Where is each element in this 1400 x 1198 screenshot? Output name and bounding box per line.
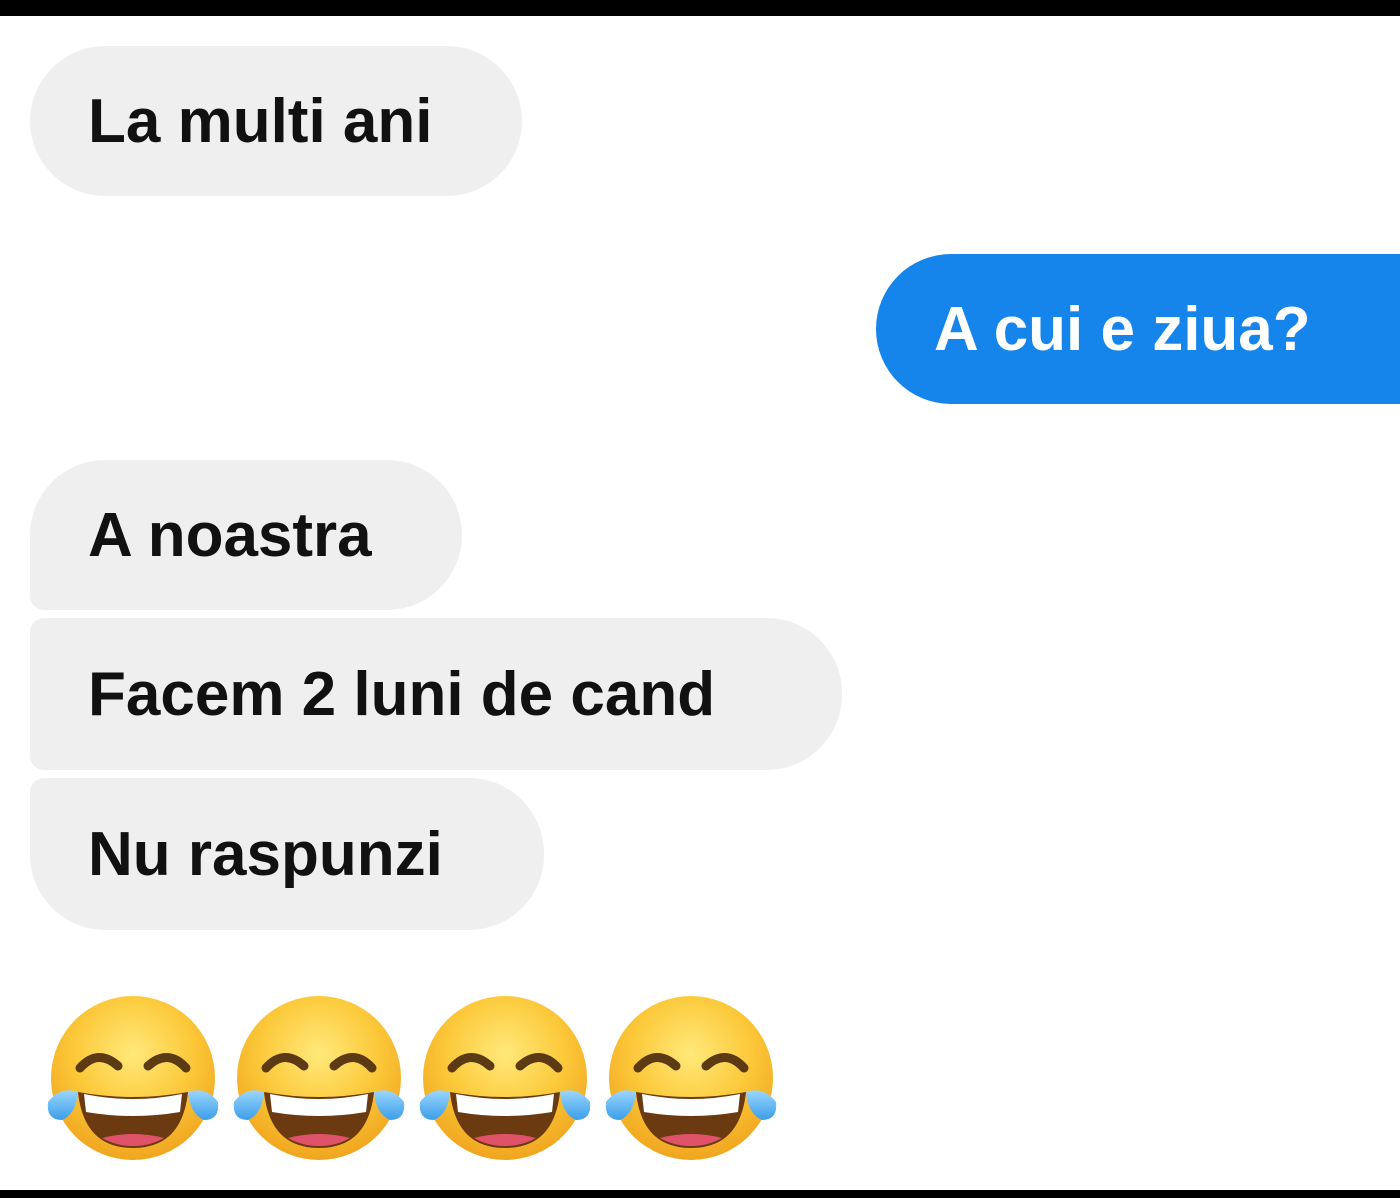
emoji-message[interactable] bbox=[40, 990, 800, 1170]
message-text: A noastra bbox=[88, 500, 372, 570]
top-border bbox=[0, 0, 1400, 16]
message-received[interactable]: Facem 2 luni de cand bbox=[30, 618, 842, 770]
face-with-tears-of-joy-icon bbox=[412, 990, 598, 1170]
message-text: La multi ani bbox=[88, 86, 433, 156]
message-text: A cui e ziua? bbox=[934, 294, 1311, 364]
message-received[interactable]: La multi ani bbox=[30, 46, 522, 196]
message-text: Facem 2 luni de cand bbox=[88, 659, 716, 729]
bottom-border bbox=[0, 1190, 1400, 1198]
message-text: Nu raspunzi bbox=[88, 819, 443, 889]
face-with-tears-of-joy-icon bbox=[226, 990, 412, 1170]
face-with-tears-of-joy-icon bbox=[40, 990, 226, 1170]
message-received[interactable]: Nu raspunzi bbox=[30, 778, 544, 930]
face-with-tears-of-joy-icon bbox=[598, 990, 784, 1170]
message-sent[interactable]: A cui e ziua? bbox=[876, 254, 1400, 404]
message-received[interactable]: A noastra bbox=[30, 460, 462, 610]
